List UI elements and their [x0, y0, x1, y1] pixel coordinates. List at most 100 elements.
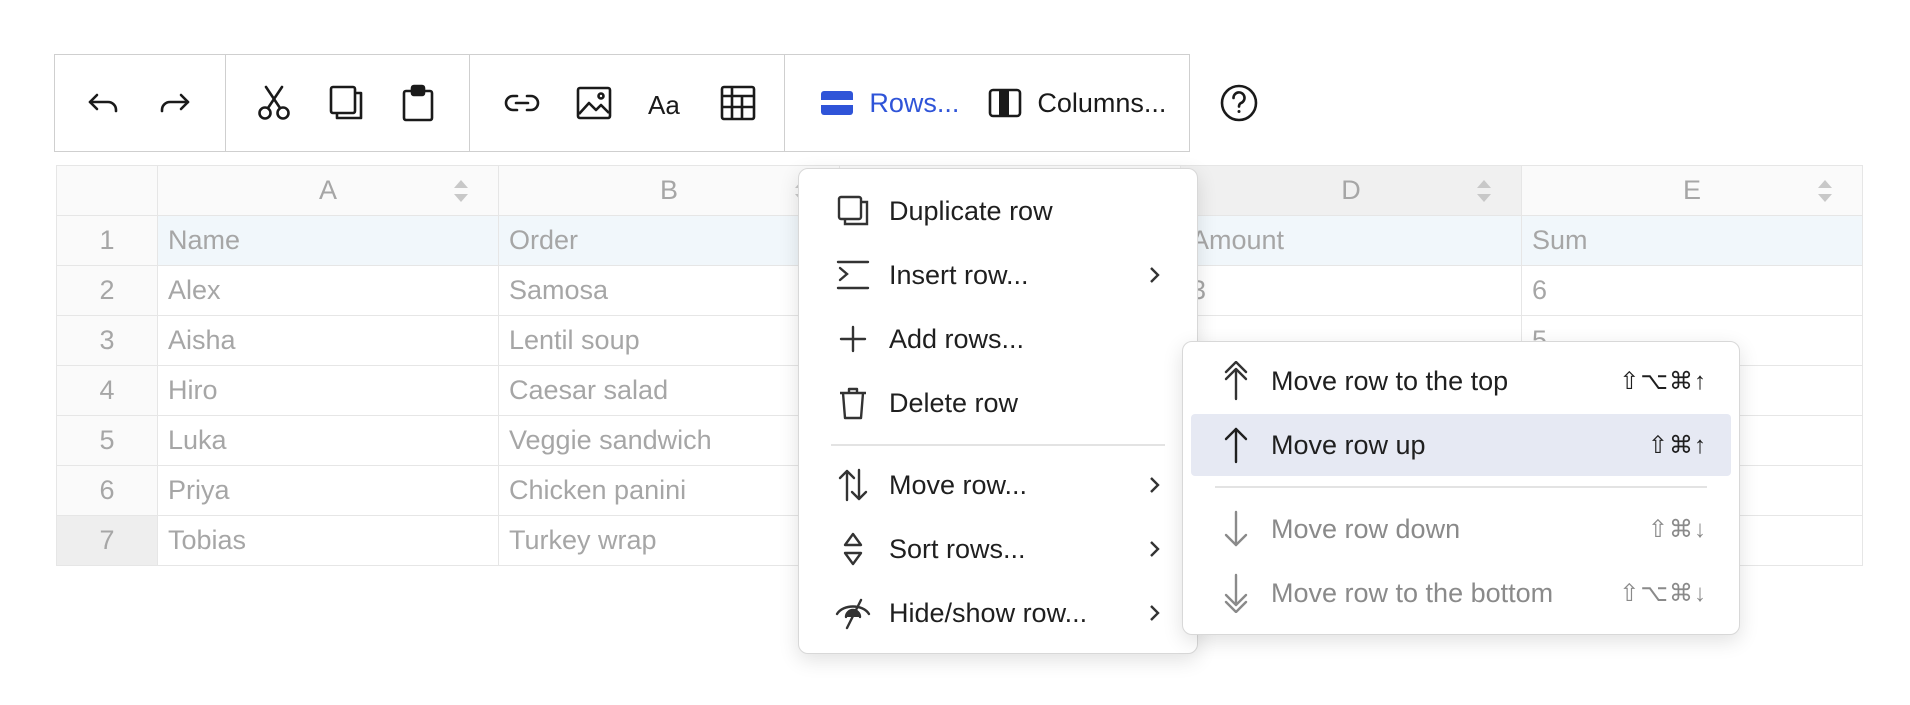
history-group — [55, 55, 226, 151]
column-header-b[interactable]: B — [498, 165, 840, 216]
insert-row-label: Insert row... — [889, 259, 1029, 290]
move-row-item[interactable]: Move row... — [799, 457, 1197, 513]
row-number[interactable]: 3 — [56, 315, 158, 366]
cell[interactable]: Tobias — [157, 515, 499, 566]
image-button[interactable] — [558, 55, 630, 151]
sort-arrows-icon — [1477, 179, 1491, 202]
insert-row-item[interactable]: Insert row... — [799, 247, 1197, 303]
cell[interactable]: Caesar salad — [498, 365, 840, 416]
cell[interactable]: Veggie sandwich — [498, 415, 840, 466]
image-icon — [576, 86, 611, 120]
chevron-right-icon — [1150, 267, 1160, 283]
move-row-to-bottom-item[interactable]: Move row to the bottom ⇧⌥⌘↓ — [1191, 562, 1731, 624]
sort-arrows-icon — [1818, 179, 1832, 202]
undo-button[interactable] — [67, 55, 139, 151]
cell[interactable]: Turkey wrap — [498, 515, 840, 566]
undo-icon — [88, 93, 118, 113]
move-row-up-label: Move row up — [1271, 429, 1426, 460]
cell[interactable]: Name — [157, 215, 499, 266]
text-format-button[interactable]: Aa — [630, 55, 702, 151]
cell[interactable]: Luka — [157, 415, 499, 466]
column-header-label: B — [659, 175, 678, 205]
redo-button[interactable] — [139, 55, 211, 151]
cell[interactable]: Samosa — [498, 265, 840, 316]
arrow-down-icon — [1224, 510, 1248, 547]
columns-menu-label: Columns... — [1037, 87, 1167, 118]
cell[interactable]: Chicken panini — [498, 465, 840, 516]
plus-icon — [839, 325, 867, 353]
table-button[interactable] — [702, 55, 774, 151]
submenu-divider — [1215, 486, 1707, 488]
move-row-submenu: Move row to the top ⇧⌥⌘↑ Move row up ⇧⌘↑… — [1182, 341, 1740, 635]
row-number[interactable]: 4 — [56, 365, 158, 416]
row-number[interactable]: 2 — [56, 265, 158, 316]
move-row-to-top-item[interactable]: Move row to the top ⇧⌥⌘↑ — [1191, 350, 1731, 412]
move-row-to-top-label: Move row to the top — [1271, 365, 1509, 396]
column-header-e[interactable]: E — [1521, 165, 1863, 216]
row-context-menu: Duplicate row Insert row... Add rows... … — [798, 168, 1198, 654]
columns-icon — [989, 88, 1022, 118]
rows-menu-button[interactable]: Rows... — [805, 55, 973, 151]
duplicate-row-item[interactable]: Duplicate row — [799, 183, 1197, 239]
move-row-label: Move row... — [889, 469, 1028, 500]
scissors-icon — [258, 85, 290, 120]
chevron-right-icon — [1150, 477, 1160, 493]
move-row-up-item[interactable]: Move row up ⇧⌘↑ — [1191, 414, 1731, 476]
cell[interactable]: Alex — [157, 265, 499, 316]
column-header-label: E — [1682, 175, 1701, 205]
shortcut-hint: ⇧⌥⌘↑ — [1619, 367, 1707, 395]
column-header-label: A — [318, 175, 337, 205]
cell[interactable]: Hiro — [157, 365, 499, 416]
clipboard-group — [226, 55, 470, 151]
copy-icon — [329, 85, 363, 120]
columns-menu-button[interactable]: Columns... — [973, 55, 1180, 151]
move-up-down-icon — [838, 468, 868, 502]
sort-rows-label: Sort rows... — [889, 533, 1026, 564]
cell[interactable]: 6 — [1521, 265, 1863, 316]
help-icon — [1220, 84, 1258, 122]
column-header-label: D — [1341, 175, 1361, 205]
trash-icon — [840, 387, 866, 420]
shortcut-hint: ⇧⌥⌘↓ — [1619, 579, 1707, 607]
hide-show-row-item[interactable]: Hide/show row... — [799, 585, 1197, 641]
insert-group: Aa — [470, 55, 786, 151]
clipboard-icon — [402, 84, 434, 122]
help-button[interactable] — [1216, 80, 1262, 126]
eye-slash-icon — [835, 598, 871, 630]
arrow-to-bottom-icon — [1224, 573, 1248, 613]
row-number[interactable]: 1 — [56, 215, 158, 266]
duplicate-row-label: Duplicate row — [889, 195, 1053, 226]
cell[interactable]: Sum — [1521, 215, 1863, 266]
add-rows-item[interactable]: Add rows... — [799, 311, 1197, 367]
sort-rows-item[interactable]: Sort rows... — [799, 521, 1197, 577]
delete-row-item[interactable]: Delete row — [799, 375, 1197, 431]
move-row-to-bottom-label: Move row to the bottom — [1271, 577, 1554, 608]
cell[interactable]: Aisha — [157, 315, 499, 366]
cell[interactable]: Lentil soup — [498, 315, 840, 366]
row-number[interactable]: 5 — [56, 415, 158, 466]
move-row-down-item[interactable]: Move row down ⇧⌘↓ — [1191, 498, 1731, 560]
sort-icon — [843, 532, 863, 566]
rows-menu-label: Rows... — [869, 87, 960, 118]
duplicate-icon — [837, 195, 869, 226]
cell[interactable]: Order — [498, 215, 840, 266]
add-rows-label: Add rows... — [889, 323, 1025, 354]
sort-arrows-icon — [454, 179, 468, 202]
copy-button[interactable] — [310, 55, 382, 151]
corner-cell[interactable] — [56, 165, 158, 216]
chevron-right-icon — [1150, 541, 1160, 557]
shortcut-hint: ⇧⌘↓ — [1647, 515, 1707, 543]
column-header-d[interactable]: D — [1180, 165, 1522, 216]
paste-button[interactable] — [382, 55, 454, 151]
cell[interactable]: Priya — [157, 465, 499, 516]
cell[interactable]: Amount — [1180, 215, 1522, 266]
cell[interactable]: 3 — [1180, 265, 1522, 316]
row-number-selected[interactable]: 7 — [56, 515, 158, 566]
link-button[interactable] — [486, 55, 558, 151]
structure-group: Rows... Columns... — [785, 55, 1189, 151]
cut-button[interactable] — [238, 55, 310, 151]
column-header-a[interactable]: A — [157, 165, 499, 216]
arrow-up-icon — [1224, 427, 1248, 464]
row-number[interactable]: 6 — [56, 465, 158, 516]
move-row-down-label: Move row down — [1271, 513, 1461, 544]
